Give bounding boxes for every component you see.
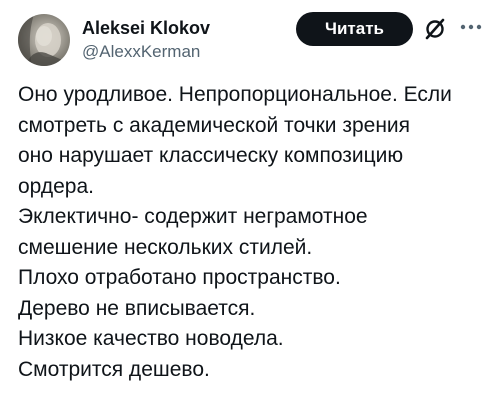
- tweet-line: смешение нескольких стилей.: [18, 235, 313, 259]
- follow-button[interactable]: Читать: [296, 12, 413, 46]
- grok-slash-icon[interactable]: [423, 17, 447, 41]
- more-dots-icon[interactable]: [456, 12, 486, 42]
- tweet-text: Оно уродливое. Непропорциональное. Если …: [18, 80, 488, 385]
- avatar-photo: [18, 14, 70, 66]
- tweet-line: Дерево не вписывается.: [18, 296, 256, 320]
- author-names: Aleksei Klokov @AlexxKerman: [82, 17, 210, 63]
- tweet-line: Оно уродливое. Непропорциональное. Если: [18, 83, 452, 106]
- tweet-line: Эклектично- содержит неграмотное: [18, 205, 368, 228]
- tweet-line: смотреть с академической точки зрения: [18, 113, 411, 137]
- author-display-name[interactable]: Aleksei Klokov: [82, 17, 210, 39]
- tweet-line: Смотрится дешево.: [18, 357, 210, 381]
- tweet-line: Низкое качество новодела.: [18, 327, 284, 350]
- tweet-header: Aleksei Klokov @AlexxKerman: [18, 10, 493, 70]
- author-handle[interactable]: @AlexxKerman: [82, 41, 210, 63]
- tweet-line: Плохо отработано пространство.: [18, 266, 341, 289]
- avatar[interactable]: [18, 14, 70, 66]
- tweet-line: ордера.: [18, 174, 95, 198]
- tweet-post: Aleksei Klokov @AlexxKerman Читать Оно у…: [0, 0, 503, 410]
- tweet-line: оно нарушает классическу композицию: [18, 144, 404, 167]
